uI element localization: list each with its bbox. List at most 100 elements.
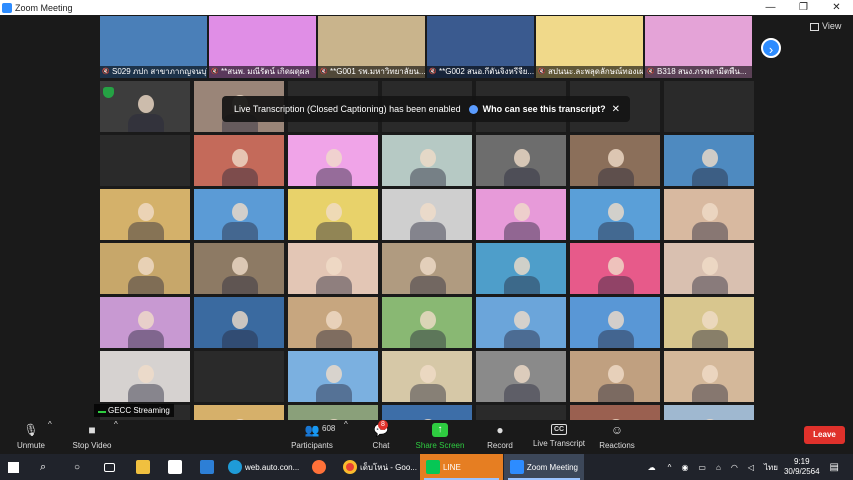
participant-video-tile[interactable]	[570, 243, 660, 294]
participant-video-tile[interactable]	[476, 351, 566, 402]
participant-silhouette	[232, 257, 248, 275]
participant-video-tile[interactable]	[570, 189, 660, 240]
volume-icon[interactable]: ◁	[748, 463, 754, 472]
video-options-chevron-icon[interactable]: ^	[114, 420, 118, 454]
participant-video-tile[interactable]	[664, 243, 754, 294]
firefox-icon[interactable]	[312, 454, 326, 480]
participant-video-tile[interactable]	[664, 189, 754, 240]
store-icon[interactable]	[168, 454, 182, 480]
participant-video-tile[interactable]	[664, 297, 754, 348]
participant-video-tile[interactable]	[476, 135, 566, 186]
audio-options-chevron-icon[interactable]: ^	[48, 420, 52, 454]
participant-body	[598, 384, 634, 402]
speaker-tile[interactable]: **G001 รพ.มหาวิทยาลัยน...	[318, 16, 425, 78]
participant-video-tile[interactable]	[570, 135, 660, 186]
record-button[interactable]: ● Record	[482, 420, 518, 454]
participant-video-tile[interactable]	[194, 297, 284, 348]
who-can-see-link[interactable]: Who can see this transcript?	[468, 104, 606, 114]
speaker-tile[interactable]: B318 สนง.ภรพลามีตพืน...	[645, 16, 752, 78]
speaker-tile[interactable]: **สนพ. มณีรัตน์ เกิดผดุผล	[209, 16, 316, 78]
video-camera-icon: ■	[88, 423, 96, 437]
participants-label: Participants	[291, 441, 333, 450]
show-hidden-icons-chevron-icon[interactable]: ^	[668, 463, 672, 472]
maximize-button[interactable]: ❐	[787, 0, 820, 15]
participant-video-tile[interactable]	[664, 81, 754, 132]
view-button[interactable]: View	[810, 21, 841, 31]
battery-icon[interactable]: ▭	[698, 463, 706, 472]
close-window-button[interactable]: ✕	[820, 0, 853, 15]
view-label: View	[822, 21, 842, 31]
participant-video-tile[interactable]	[476, 189, 566, 240]
participant-video-tile[interactable]	[382, 243, 472, 294]
participant-video-tile[interactable]	[476, 243, 566, 294]
participant-silhouette	[232, 149, 248, 167]
participant-body	[410, 222, 446, 240]
speaker-tile[interactable]: **G002 สนอ.กีตันจิงหรีจีย...	[427, 16, 534, 78]
participant-video-tile[interactable]	[664, 351, 754, 402]
participant-video-tile[interactable]	[476, 297, 566, 348]
participant-video-tile[interactable]	[382, 135, 472, 186]
mail-envelope-shape	[200, 460, 214, 474]
participant-silhouette	[138, 95, 154, 113]
clock[interactable]: 9:19 30/9/2564	[784, 457, 820, 477]
participant-video-tile[interactable]	[382, 189, 472, 240]
participant-video-tile[interactable]	[288, 243, 378, 294]
participant-video-tile[interactable]	[382, 351, 472, 402]
meet-now-icon[interactable]: ◉	[681, 463, 688, 472]
participant-video-tile[interactable]	[100, 135, 190, 186]
participant-video-tile[interactable]	[382, 297, 472, 348]
file-explorer-icon[interactable]	[136, 454, 150, 480]
participant-silhouette	[232, 203, 248, 221]
participant-video-tile[interactable]	[194, 351, 284, 402]
wifi-icon[interactable]: ◠	[731, 463, 738, 472]
participant-body	[598, 276, 634, 294]
unmute-button[interactable]: 🎙 Unmute	[10, 420, 52, 454]
participant-video-tile[interactable]	[100, 243, 190, 294]
participant-silhouette	[608, 203, 624, 221]
banner-close-icon[interactable]: ✕	[612, 104, 620, 115]
participant-video-tile[interactable]	[288, 135, 378, 186]
share-screen-button[interactable]: ↑ Share Screen	[414, 420, 466, 454]
participant-video-tile[interactable]	[100, 189, 190, 240]
participants-button[interactable]: 👥 608 Participants	[288, 420, 336, 454]
weather-cloud-icon[interactable]: ☁	[648, 463, 656, 472]
participant-video-tile[interactable]	[194, 135, 284, 186]
leave-meeting-button[interactable]: Leave	[804, 426, 845, 444]
participant-silhouette	[608, 149, 624, 167]
taskbar-edge[interactable]: web.auto.con...	[228, 454, 299, 480]
start-button[interactable]	[8, 454, 19, 480]
taskbar-zoom[interactable]: Zoom Meeting	[504, 454, 584, 480]
participant-video-tile[interactable]	[194, 243, 284, 294]
next-page-arrow-icon[interactable]: ›	[761, 38, 781, 58]
cortana-circle-icon[interactable]: ○	[74, 454, 80, 480]
participant-video-tile[interactable]	[288, 189, 378, 240]
usb-icon[interactable]: ⌂	[716, 463, 721, 472]
participant-video-tile[interactable]	[570, 297, 660, 348]
participant-silhouette	[608, 311, 624, 329]
live-transcript-button[interactable]: CC Live Transcript	[530, 420, 588, 454]
speaker-tile[interactable]: สปนนะ.ละพลุดลักษณ์ทองเผย	[536, 16, 643, 78]
mail-icon[interactable]	[200, 454, 214, 480]
stop-video-button[interactable]: ■ Stop Video	[68, 420, 116, 454]
participant-body	[222, 222, 258, 240]
participant-video-tile[interactable]	[100, 297, 190, 348]
participant-video-tile[interactable]	[664, 135, 754, 186]
notifications-icon[interactable]: ▤	[830, 462, 839, 473]
search-icon[interactable]: ⌕	[40, 454, 46, 480]
speaker-tile[interactable]: S029 ภปก สาขาภากญจนบุรี	[100, 16, 207, 78]
participant-video-tile[interactable]	[194, 189, 284, 240]
reactions-button[interactable]: ☺ Reactions	[598, 420, 636, 454]
taskbar-line[interactable]: LINE	[420, 454, 503, 480]
participant-video-tile[interactable]	[288, 351, 378, 402]
taskbar-chrome[interactable]: เด็บโหน่ - Goo...	[343, 454, 417, 480]
participant-body	[316, 222, 352, 240]
chat-button[interactable]: 💬 8 Chat	[366, 420, 396, 454]
participants-options-chevron-icon[interactable]: ^	[344, 420, 348, 454]
participant-video-tile[interactable]	[100, 351, 190, 402]
participant-video-tile[interactable]	[288, 297, 378, 348]
participant-video-tile[interactable]	[570, 351, 660, 402]
task-view-icon[interactable]	[104, 454, 115, 480]
security-shield-icon[interactable]	[103, 87, 114, 98]
minimize-button[interactable]: —	[754, 0, 787, 15]
language-indicator[interactable]: ไทย	[764, 461, 778, 474]
